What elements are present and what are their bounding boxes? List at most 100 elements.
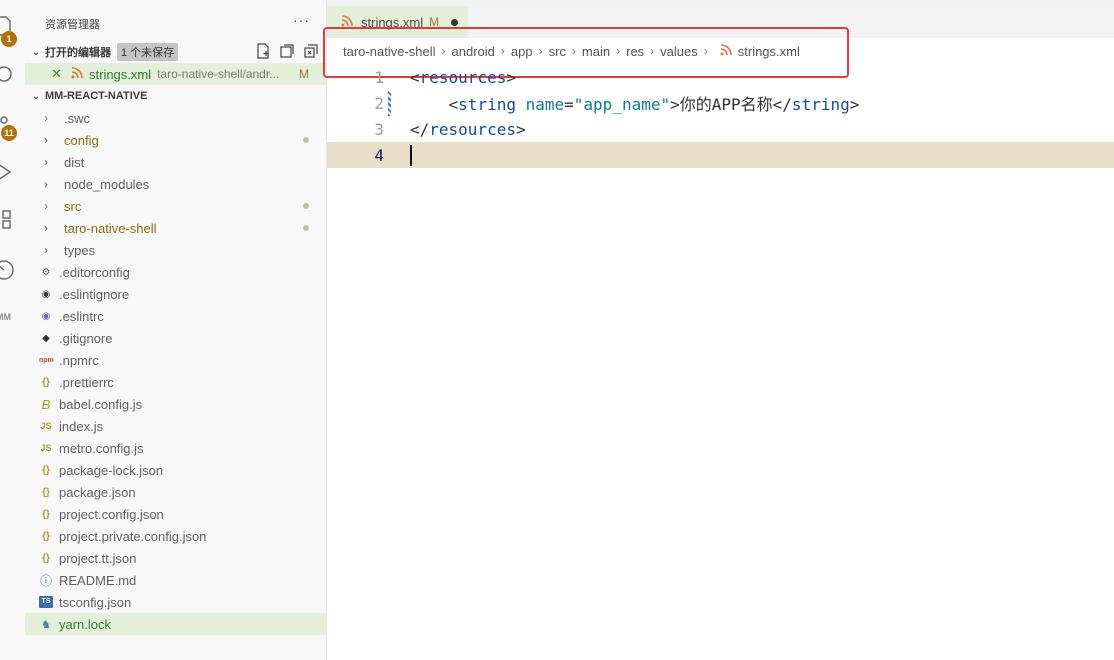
line-number: 2	[374, 93, 384, 113]
js-icon: JS	[40, 421, 52, 431]
file-name: babel.config.js	[59, 396, 143, 412]
vscode-window: 1 11 MM 资源管理器 ··· ⌄ 打开的编辑器 1 个未保存	[0, 0, 1114, 660]
file-index-js[interactable]: JS index.js	[25, 415, 327, 437]
file-prettierrc[interactable]: {} .prettierrc	[25, 371, 327, 393]
open-editors-actions	[255, 43, 319, 59]
code-text: <string name="app_name">你的APP名称</string>	[448, 95, 860, 114]
xml-file-icon	[71, 67, 85, 81]
chevron-down-icon: ⌄	[31, 46, 41, 58]
file-name: .prettierrc	[59, 374, 114, 390]
chevron-right-icon: ›	[44, 111, 48, 125]
chevron-right-icon: ›	[44, 199, 48, 213]
chevron-down-icon: ⌄	[31, 90, 41, 102]
gear-icon: ⚙	[41, 266, 51, 278]
file-name: metro.config.js	[59, 440, 144, 456]
modified-dot	[303, 203, 309, 209]
new-file-icon[interactable]	[255, 43, 271, 59]
chevron-right-icon: ›	[44, 243, 48, 257]
line-number: 1	[374, 67, 384, 87]
code-line-current: 4	[327, 142, 1114, 168]
json-icon: {}	[42, 464, 50, 476]
file-project-private-config[interactable]: {} project.private.config.json	[25, 525, 327, 547]
folder-config[interactable]: › config	[25, 129, 327, 151]
remote-icon[interactable]	[0, 258, 16, 282]
folder-name: types	[64, 242, 96, 258]
file-gitignore[interactable]: ◆ .gitignore	[25, 327, 327, 349]
close-all-icon[interactable]	[303, 43, 319, 59]
folder-name: .swc	[64, 110, 90, 126]
folder-dist[interactable]: › dist	[25, 151, 327, 173]
run-debug-icon[interactable]	[0, 160, 16, 184]
open-editors-header[interactable]: ⌄ 打开的编辑器 1 个未保存	[25, 41, 327, 63]
folder-name: src	[64, 198, 82, 214]
modified-status: M	[299, 67, 309, 81]
file-tsconfig[interactable]: TS tsconfig.json	[25, 591, 327, 613]
open-editor-item[interactable]: ✕ strings.xml taro-native-shell/andr... …	[25, 63, 327, 85]
code-text: </resources>	[410, 119, 526, 139]
file-babel-config[interactable]: B babel.config.js	[25, 393, 327, 415]
modified-line-indicator	[388, 90, 391, 116]
chevron-right-icon: ›	[44, 177, 48, 191]
file-name: tsconfig.json	[59, 594, 132, 610]
extensions-icon[interactable]	[0, 208, 16, 232]
eslint-icon: ◉	[41, 288, 51, 300]
file-name: .eslintrc	[59, 308, 104, 324]
file-name: project.tt.json	[59, 550, 137, 566]
file-name: package-lock.json	[59, 462, 164, 478]
explorer-badge: 1	[1, 31, 17, 47]
yarn-icon: ♞	[41, 618, 51, 631]
explorer-title: 资源管理器	[45, 19, 100, 31]
folder-name: dist	[64, 154, 85, 170]
json-icon: {}	[42, 486, 50, 498]
json-icon: {}	[42, 530, 50, 542]
file-project-tt[interactable]: {} project.tt.json	[25, 547, 327, 569]
close-icon[interactable]: ✕	[51, 66, 65, 82]
folder-node-modules[interactable]: › node_modules	[25, 173, 327, 195]
unsaved-dot-icon[interactable]	[451, 18, 459, 26]
more-actions-button[interactable]: ···	[293, 12, 310, 28]
folder-types[interactable]: › types	[25, 239, 327, 261]
code-line: 1 <resources>	[327, 64, 1114, 90]
activity-bar: 1 11 MM	[0, 0, 25, 660]
file-npmrc[interactable]: npm .npmrc	[25, 349, 327, 371]
folder-name: config	[64, 132, 99, 148]
file-package-json[interactable]: {} package.json	[25, 481, 327, 503]
file-tree: › .swc › config › dist › node_modules › …	[25, 107, 327, 635]
modified-dot	[303, 137, 309, 143]
editor-area: strings.xml M taro-native-shell › androi…	[323, 0, 1114, 660]
file-name: package.json	[59, 484, 136, 500]
search-icon[interactable]	[0, 62, 16, 86]
gutter	[384, 90, 410, 116]
code-text: <resources>	[410, 67, 516, 87]
json-icon: {}	[42, 552, 50, 564]
ts-icon: TS	[39, 596, 53, 608]
open-editor-path: taro-native-shell/andr...	[157, 67, 280, 81]
file-package-lock[interactable]: {} package-lock.json	[25, 459, 327, 481]
folder-taro-native-shell[interactable]: › taro-native-shell	[25, 217, 327, 239]
file-metro-config[interactable]: JS metro.config.js	[25, 437, 327, 459]
mm-extension-label[interactable]: MM	[0, 312, 11, 322]
explorer-sidebar: 资源管理器 ··· ⌄ 打开的编辑器 1 个未保存 ✕ strings.xml …	[25, 0, 327, 660]
chevron-right-icon: ›	[44, 155, 48, 169]
unsaved-badge: 1 个未保存	[117, 43, 179, 61]
gutter	[384, 64, 410, 90]
file-name: .gitignore	[59, 330, 113, 346]
file-yarn-lock[interactable]: ♞ yarn.lock	[25, 613, 327, 635]
chevron-right-icon: ›	[44, 221, 48, 235]
file-project-config[interactable]: {} project.config.json	[25, 503, 327, 525]
code-editor[interactable]: 1 <resources> 2 <string name="app_name">…	[327, 64, 1114, 168]
folder-name: taro-native-shell	[64, 220, 157, 236]
folder-swc[interactable]: › .swc	[25, 107, 327, 129]
folder-src[interactable]: › src	[25, 195, 327, 217]
text-cursor	[410, 145, 412, 166]
save-all-icon[interactable]	[279, 43, 295, 59]
project-header[interactable]: ⌄ MM-REACT-NATIVE	[25, 85, 327, 107]
folder-name: node_modules	[64, 176, 150, 192]
file-eslintrc[interactable]: ◉ .eslintrc	[25, 305, 327, 327]
gutter	[384, 142, 410, 168]
babel-icon: B	[41, 396, 51, 412]
file-readme[interactable]: ⓘ README.md	[25, 569, 327, 591]
file-editorconfig[interactable]: ⚙ .editorconfig	[25, 261, 327, 283]
file-name: project.config.json	[59, 506, 164, 522]
file-eslintignore[interactable]: ◉ .eslintignore	[25, 283, 327, 305]
